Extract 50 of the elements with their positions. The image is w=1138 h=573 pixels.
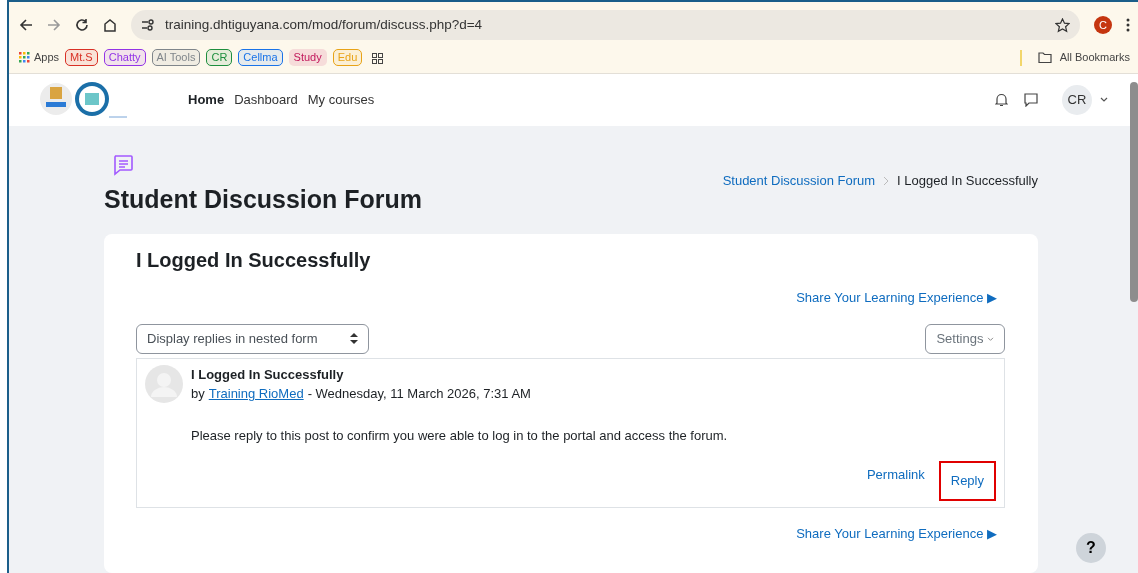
help-button[interactable]: ? xyxy=(1076,533,1106,563)
menu-icon[interactable] xyxy=(1126,18,1130,32)
settings-dropdown[interactable]: Settings xyxy=(925,323,1005,354)
bookmark-link[interactable]: Apps xyxy=(34,49,60,66)
address-bar[interactable]: training.dhtiguyana.com/mod/forum/discuss.php?d=4 xyxy=(131,10,1080,40)
messages-icon[interactable] xyxy=(1024,93,1038,107)
reload-icon[interactable] xyxy=(75,18,89,32)
post-subject: I Logged In Successfully xyxy=(191,365,345,384)
home-icon[interactable] xyxy=(103,18,117,32)
bookmark-chip[interactable]: Study xyxy=(288,49,327,66)
breadcrumb-current: I Logged In Successfully xyxy=(897,171,1038,190)
select-arrows-icon xyxy=(350,333,358,344)
bookmark-chip[interactable]: Cellma xyxy=(238,49,283,66)
url-text: training.dhtiguyana.com/mod/forum/discuss.php?d=4 xyxy=(165,15,484,34)
post-date: - Wednesday, 11 March 2026, 7:31 AM xyxy=(307,385,531,403)
star-icon[interactable] xyxy=(1055,17,1070,33)
bookmark-chip[interactable]: Mt.S xyxy=(65,49,98,66)
caret-icon[interactable] xyxy=(1100,97,1108,103)
bookmark-chip[interactable]: CR xyxy=(206,49,233,66)
post-action-link[interactable]: Reply xyxy=(938,461,996,501)
nav-link-item[interactable]: Home xyxy=(183,90,230,110)
avatar-icon xyxy=(145,364,183,403)
share-link[interactable]: Share Your Learning Experience ▶ xyxy=(796,523,997,543)
page-heading: Student Discussion Forum xyxy=(104,184,423,214)
notification-bell-icon[interactable] xyxy=(995,93,1008,107)
tab-groups-icon[interactable] xyxy=(372,52,384,64)
bookmarks-folder-link[interactable]: All Bookmarks xyxy=(1059,49,1130,66)
discussion-title: I Logged In Successfully xyxy=(136,248,372,272)
share-link[interactable]: Share Your Learning Experience ▶ xyxy=(796,288,997,308)
back-icon[interactable] xyxy=(19,18,33,32)
caret-icon xyxy=(987,336,994,342)
chevron-icon xyxy=(883,176,890,187)
nav-link-item[interactable]: My courses xyxy=(302,90,380,110)
forward-icon[interactable] xyxy=(47,18,61,32)
apps-grid-icon[interactable] xyxy=(19,52,30,63)
byline-label: by xyxy=(191,385,205,403)
bookmark-chip[interactable]: AI Tools xyxy=(151,49,201,66)
user-avatar[interactable]: CR xyxy=(1062,85,1092,115)
site-settings-icon[interactable] xyxy=(141,19,155,31)
post-message: Please reply to this post to confirm you were able to log in to the portal and access the forum. xyxy=(191,426,729,445)
forum-icon xyxy=(112,154,134,176)
bookmark-chip[interactable]: Chatty xyxy=(103,49,146,66)
post-action-link[interactable]: Permalink xyxy=(860,461,931,501)
folder-icon[interactable] xyxy=(1037,52,1052,63)
profile-avatar[interactable]: C xyxy=(1094,16,1112,34)
author-link[interactable]: Training RioMed xyxy=(208,384,304,404)
scrollbar-thumb[interactable] xyxy=(1130,82,1138,302)
breadcrumb-link[interactable]: Student Discussion Forum xyxy=(722,170,876,190)
display-mode-select[interactable]: Display replies in nested form xyxy=(136,323,369,354)
nav-link-item[interactable]: Dashboard xyxy=(229,90,303,110)
